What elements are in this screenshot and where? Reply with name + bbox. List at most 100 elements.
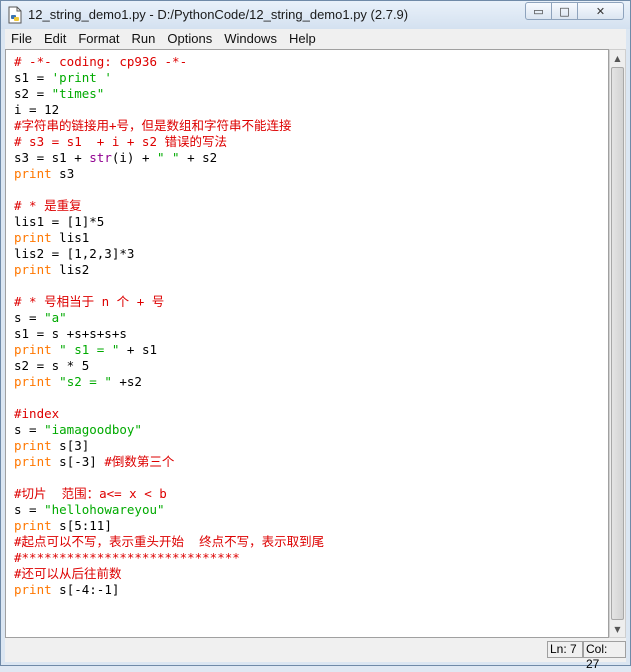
code-token: s2 = s * 5	[14, 358, 90, 373]
menu-edit[interactable]: Edit	[38, 29, 72, 49]
code-token: " "	[157, 150, 180, 165]
menu-help[interactable]: Help	[283, 29, 322, 49]
code-token: s[3]	[51, 438, 90, 453]
minimize-button[interactable]: ▭	[525, 2, 552, 20]
title-bar[interactable]: 12_string_demo1.py - D:/PythonCode/12_st…	[1, 1, 630, 29]
code-token: 'print '	[51, 70, 112, 85]
code-line[interactable]: s2 = s * 5	[14, 358, 324, 374]
maximize-button[interactable]: □	[552, 2, 578, 20]
code-token: # -*- coding: cp936 -*-	[14, 54, 188, 69]
code-token: s3 = s1 +	[14, 150, 90, 165]
code-token: lis2	[51, 262, 90, 277]
code-line[interactable]: #index	[14, 406, 324, 422]
code-line[interactable]: # -*- coding: cp936 -*-	[14, 54, 324, 70]
code-token: "s2 = "	[59, 374, 112, 389]
code-line[interactable]: print s[3]	[14, 438, 324, 454]
code-token: s3	[51, 166, 75, 181]
code-token: s[-4:-1]	[51, 582, 120, 597]
code-token: lis1 = [1]*5	[14, 214, 105, 229]
menu-run[interactable]: Run	[126, 29, 162, 49]
code-token: print	[14, 230, 52, 245]
code-token: #*****************************	[14, 550, 240, 565]
vertical-scrollbar[interactable]: ▲ ▼	[609, 49, 626, 638]
menu-file[interactable]: File	[5, 29, 38, 49]
code-line[interactable]: print s[5:11]	[14, 518, 324, 534]
code-line[interactable]: s = "a"	[14, 310, 324, 326]
code-line[interactable]: lis2 = [1,2,3]*3	[14, 246, 324, 262]
menu-bar: File Edit Format Run Options Windows Hel…	[5, 29, 626, 49]
code-token: (i) +	[111, 150, 157, 165]
code-line[interactable]: print s3	[14, 166, 324, 182]
code-line[interactable]: #字符串的链接用+号，但是数组和字符串不能连接	[14, 118, 324, 134]
scroll-up-arrow-icon[interactable]: ▲	[610, 50, 625, 66]
code-token: lis2 = [1,2,3]*3	[14, 246, 135, 261]
menu-windows[interactable]: Windows	[218, 29, 283, 49]
menu-format[interactable]: Format	[72, 29, 125, 49]
code-line[interactable]: s2 = "times"	[14, 86, 324, 102]
python-idle-icon	[8, 6, 22, 24]
code-line[interactable]	[14, 182, 324, 198]
code-token: print	[14, 582, 52, 597]
code-token: + s2	[179, 150, 218, 165]
code-token: # s3 = s1 + i + s2 错误的写法	[14, 134, 228, 149]
code-token: print	[14, 438, 52, 453]
code-token: +s2	[111, 374, 142, 389]
code-line[interactable]: print s[-4:-1]	[14, 582, 324, 598]
status-column-number: Col: 27	[583, 641, 626, 671]
code-line[interactable]: print s[-3] #倒数第三个	[14, 454, 324, 470]
code-token: # * 是重复	[14, 198, 82, 213]
code-token: #倒数第三个	[104, 454, 175, 469]
code-line[interactable]: print lis1	[14, 230, 324, 246]
code-token: print	[14, 518, 52, 533]
code-token: s =	[14, 310, 45, 325]
code-line[interactable]: # * 号相当于 n 个 + 号	[14, 294, 324, 310]
code-line[interactable]: s1 = 'print '	[14, 70, 324, 86]
code-line[interactable]: s = "iamagoodboy"	[14, 422, 324, 438]
code-token: i = 12	[14, 102, 60, 117]
code-text[interactable]: # -*- coding: cp936 -*- s1 = 'print ' s2 =…	[14, 54, 324, 598]
code-token: s[5:11]	[51, 518, 112, 533]
code-line[interactable]: lis1 = [1]*5	[14, 214, 324, 230]
code-line[interactable]: print lis2	[14, 262, 324, 278]
close-icon: ✕	[595, 4, 606, 18]
code-token: print	[14, 374, 52, 389]
maximize-icon: □	[559, 4, 570, 18]
scroll-thumb[interactable]	[611, 67, 624, 620]
code-line[interactable]: #还可以从后往前数	[14, 566, 324, 582]
code-token: print	[14, 262, 52, 277]
code-line[interactable]: # * 是重复	[14, 198, 324, 214]
code-line[interactable]: #起点可以不写，表示重头开始 终点不写，表示取到尾	[14, 534, 324, 550]
code-editor[interactable]: # -*- coding: cp936 -*- s1 = 'print ' s2 =…	[5, 49, 609, 638]
scroll-down-arrow-icon[interactable]: ▼	[610, 621, 625, 637]
code-token: "a"	[44, 310, 67, 325]
code-token: #切片 范围：a<= x < b	[14, 486, 167, 501]
code-token: str	[89, 150, 112, 165]
code-line[interactable]: #*****************************	[14, 550, 324, 566]
code-token: s[-3]	[51, 454, 105, 469]
code-line[interactable]: s = "hellohowareyou"	[14, 502, 324, 518]
code-line[interactable]: #切片 范围：a<= x < b	[14, 486, 324, 502]
code-token: #还可以从后往前数	[14, 566, 122, 581]
window-controls: ▭ □ ✕	[525, 2, 624, 21]
code-token: lis1	[51, 230, 90, 245]
code-line[interactable]: s1 = s +s+s+s+s	[14, 326, 324, 342]
code-line[interactable]: print " s1 = " + s1	[14, 342, 324, 358]
code-token: print	[14, 454, 52, 469]
code-token: "times"	[51, 86, 105, 101]
code-token: s1 =	[14, 70, 52, 85]
code-token: s =	[14, 422, 45, 437]
code-token: #index	[14, 406, 60, 421]
code-line[interactable]	[14, 470, 324, 486]
code-line[interactable]: s3 = s1 + str(i) + " " + s2	[14, 150, 324, 166]
code-line[interactable]: i = 12	[14, 102, 324, 118]
code-line[interactable]	[14, 390, 324, 406]
idle-window: 12_string_demo1.py - D:/PythonCode/12_st…	[0, 0, 631, 671]
code-line[interactable]: # s3 = s1 + i + s2 错误的写法	[14, 134, 324, 150]
close-button[interactable]: ✕	[578, 2, 624, 20]
code-token: "iamagoodboy"	[44, 422, 142, 437]
code-token: print	[14, 342, 52, 357]
menu-options[interactable]: Options	[161, 29, 218, 49]
code-token: # * 号相当于 n 个 + 号	[14, 294, 165, 309]
code-line[interactable]: print "s2 = " +s2	[14, 374, 324, 390]
code-line[interactable]	[14, 278, 324, 294]
